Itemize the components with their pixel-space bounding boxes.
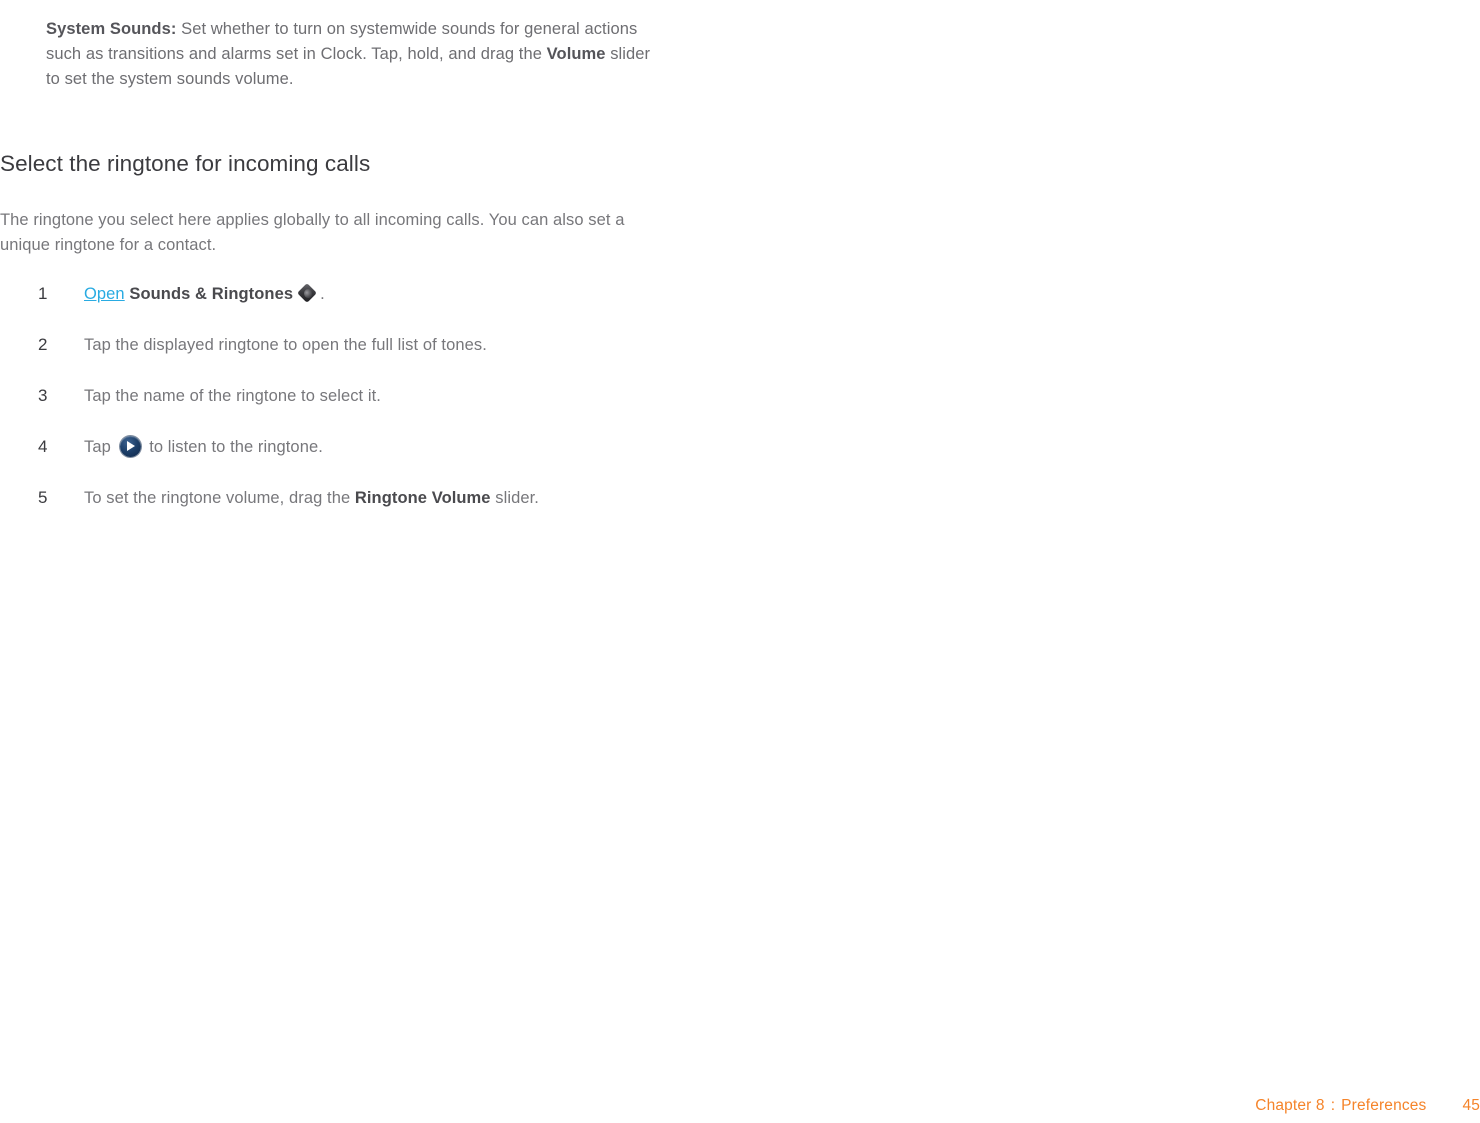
step-5-prefix: To set the ringtone volume, drag the — [84, 489, 355, 507]
step-body: Tap the displayed ringtone to open the f… — [84, 336, 487, 354]
ringtone-volume-term: Ringtone Volume — [354, 489, 491, 507]
section-intro-paragraph: The ringtone you select here applies glo… — [0, 210, 625, 254]
page-title: Select the ringtone for incoming calls — [0, 150, 371, 176]
step-4-prefix: Tap — [84, 438, 111, 456]
step-body: Tap the name of the ringtone to select i… — [84, 387, 381, 405]
procedure-step-list: 1 Open Sounds & Ringtones. 2 Tap the dis… — [0, 281, 940, 536]
system-sounds-label: System Sounds: — [46, 19, 177, 38]
footer-separator: : — [1330, 1097, 1336, 1114]
open-sounds-ringtones-link[interactable]: Open — [84, 285, 125, 303]
volume-term: Volume — [546, 44, 606, 63]
footer-section: Preferences — [1341, 1097, 1427, 1114]
step-number: 1 — [38, 284, 48, 303]
sounds-ringtones-label: Sounds & Ringtones — [129, 285, 294, 303]
system-sounds-paragraph: System Sounds: Set whether to turn on sy… — [46, 17, 656, 92]
step-body: Open Sounds & Ringtones. — [84, 281, 325, 307]
footer-chapter: Chapter 8 — [1255, 1097, 1325, 1114]
play-button-icon[interactable] — [119, 436, 141, 457]
step-body: To set the ringtone volume, drag the Rin… — [84, 485, 539, 511]
list-item: 5 To set the ringtone volume, drag the R… — [38, 485, 940, 511]
list-item: 4 Tap to listen to the ringtone. — [38, 434, 940, 460]
step-number: 4 — [38, 437, 48, 456]
step-1-tail: . — [320, 285, 325, 303]
step-number: 2 — [38, 335, 48, 354]
list-item: 3 Tap the name of the ringtone to select… — [38, 383, 940, 409]
step-number: 5 — [38, 488, 48, 507]
list-item: 2 Tap the displayed ringtone to open the… — [38, 332, 940, 358]
step-body: Tap to listen to the ringtone. — [84, 434, 323, 460]
footer-page-number: 45 — [1462, 1097, 1480, 1114]
list-item: 1 Open Sounds & Ringtones. — [38, 281, 940, 307]
step-5-suffix: slider. — [490, 489, 539, 507]
step-4-suffix: to listen to the ringtone. — [149, 438, 323, 456]
page-footer: Chapter 8 : Preferences 45 — [1255, 1097, 1480, 1115]
sounds-ringtones-app-icon — [297, 283, 318, 303]
document-page: System Sounds: Set whether to turn on sy… — [0, 0, 1480, 1123]
step-number: 3 — [38, 386, 48, 405]
